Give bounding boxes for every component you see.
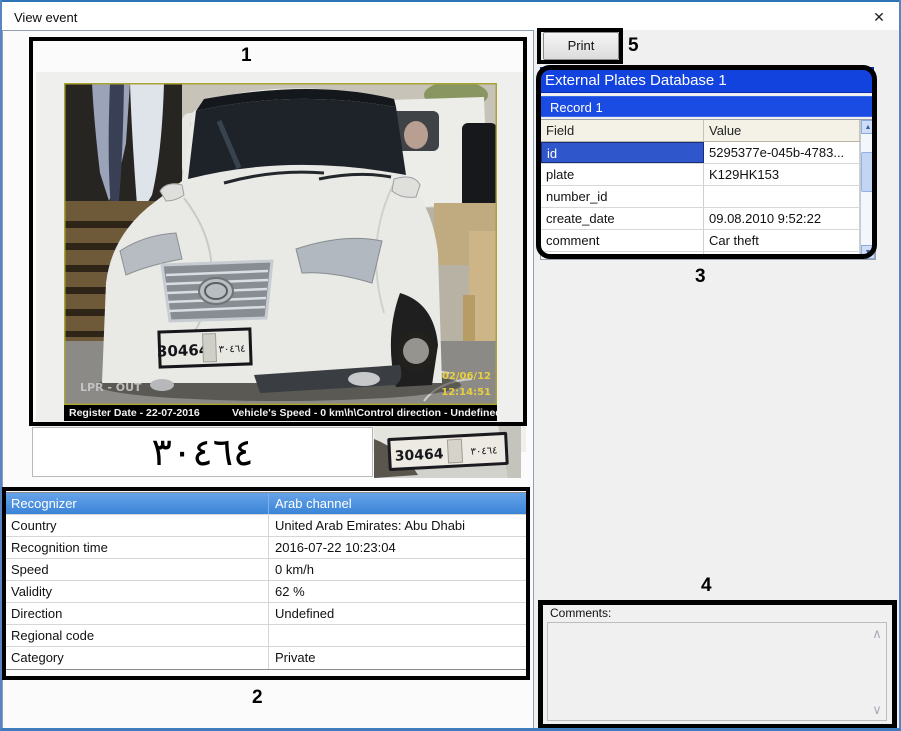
field-cell: create_date [541, 208, 704, 229]
lpr-watermark: LPR - OUT [80, 381, 142, 394]
row-value: 62 % [269, 581, 529, 602]
field-cell: id [541, 142, 704, 163]
chevron-down-icon[interactable]: ∨ [870, 702, 884, 718]
value-cell [704, 252, 860, 259]
plate-number-latin: 30464 [157, 341, 210, 361]
plate-crop-image: 30464 ٣٠٤٦٤ [374, 425, 521, 478]
table-row[interactable]: Regional code [5, 625, 529, 647]
table-row[interactable]: id 5295377e-045b-4783... [541, 142, 860, 164]
chevron-up-icon[interactable]: ∧ [870, 626, 884, 642]
title-bar: View event ✕ [0, 0, 901, 30]
table-row[interactable]: create_date 09.08.2010 9:52:22 [541, 208, 860, 230]
table-row[interactable]: Country United Arab Emirates: Abu Dhabi [5, 515, 529, 537]
field-cell: comment [541, 230, 704, 251]
external-db-table: Field Value id 5295377e-045b-4783... pla… [540, 119, 876, 260]
table-row[interactable]: number_id [541, 186, 860, 208]
table-row[interactable]: Direction Undefined [5, 603, 529, 625]
external-db-header-row: Field Value [541, 120, 860, 142]
row-label: Recognizer [5, 493, 269, 514]
front-license-plate: 30464 ٣٠٤٦٤ [156, 327, 252, 368]
vehicle-photo: 30464 ٣٠٤٦٤ LPR - OUT 02/06/12 12:14:51 [64, 83, 497, 405]
plate-number-arabic: ٣٠٤٦٤ [218, 344, 245, 356]
field-cell: plate [541, 164, 704, 185]
scrollbar-thumb[interactable] [861, 152, 875, 192]
row-value [269, 625, 529, 646]
table-row[interactable]: Validity 62 % [5, 581, 529, 603]
row-value: Private [269, 647, 529, 669]
table-row[interactable]: Recognizer Arab channel [5, 493, 529, 515]
table-row[interactable]: comment Car theft [541, 230, 860, 252]
speed-direction-text: Vehicle's Speed - 0 km\h\Control directi… [232, 405, 497, 421]
row-value: 0 km/h [269, 559, 529, 580]
annotation-number-4: 4 [701, 575, 712, 597]
register-date-text: Register Date - 22-07-2016 [69, 405, 200, 421]
row-value: Arab channel [269, 493, 529, 514]
row-label: Recognition time [5, 537, 269, 558]
row-label: Category [5, 647, 269, 669]
print-button[interactable]: Print [543, 32, 619, 60]
value-cell: Car theft [704, 230, 860, 251]
row-label: Speed [5, 559, 269, 580]
column-header-value[interactable]: Value [704, 120, 860, 141]
row-label: Validity [5, 581, 269, 602]
comments-label: Comments: [550, 606, 611, 620]
scrollbar-track[interactable] [861, 134, 875, 245]
vertical-scrollbar[interactable]: ▲ ▼ [860, 120, 875, 259]
window-title: View event [14, 10, 77, 25]
value-cell: K129HK153 [704, 164, 860, 185]
row-label: Country [5, 515, 269, 536]
annotation-number-3: 3 [695, 266, 706, 288]
row-value: United Arab Emirates: Abu Dhabi [269, 515, 529, 536]
table-row[interactable]: Recognition time 2016-07-22 10:23:04 [5, 537, 529, 559]
table-row[interactable]: Category Private [5, 647, 529, 669]
external-db-record-header[interactable]: Record 1 [540, 96, 874, 117]
row-value: 2016-07-22 10:23:04 [269, 537, 529, 558]
table-row[interactable]: user_id [541, 252, 860, 259]
camera-date-overlay: 02/06/12 [442, 371, 491, 382]
annotation-number-5: 5 [628, 35, 639, 57]
recognition-table: Recognizer Arab channel Country United A… [4, 492, 530, 670]
value-cell [704, 186, 860, 207]
plate-crop-latin: 30464 [394, 446, 444, 465]
scroll-up-icon[interactable]: ▲ [861, 120, 875, 134]
field-cell: user_id [541, 252, 704, 259]
field-cell: number_id [541, 186, 704, 207]
close-icon[interactable]: ✕ [869, 8, 889, 26]
recognized-plate-text: ٣٠٤٦٤ [151, 430, 253, 474]
photo-caption-bar: Register Date - 22-07-2016 Vehicle's Spe… [64, 405, 497, 421]
row-label: Direction [5, 603, 269, 624]
scroll-down-icon[interactable]: ▼ [861, 245, 875, 259]
recognized-plate-text-box: ٣٠٤٦٤ [32, 427, 373, 477]
value-cell: 09.08.2010 9:52:22 [704, 208, 860, 229]
table-row[interactable]: plate K129HK153 [541, 164, 860, 186]
camera-time-overlay: 12:14:51 [441, 387, 491, 398]
row-label: Regional code [5, 625, 269, 646]
plate-crop-arabic: ٣٠٤٦٤ [470, 445, 497, 457]
value-cell: 5295377e-045b-4783... [704, 142, 860, 163]
row-value: Undefined [269, 603, 529, 624]
column-header-field[interactable]: Field [541, 120, 704, 141]
external-db-title: External Plates Database 1 [540, 67, 874, 93]
comments-input[interactable] [547, 622, 887, 721]
table-row[interactable]: Speed 0 km/h [5, 559, 529, 581]
